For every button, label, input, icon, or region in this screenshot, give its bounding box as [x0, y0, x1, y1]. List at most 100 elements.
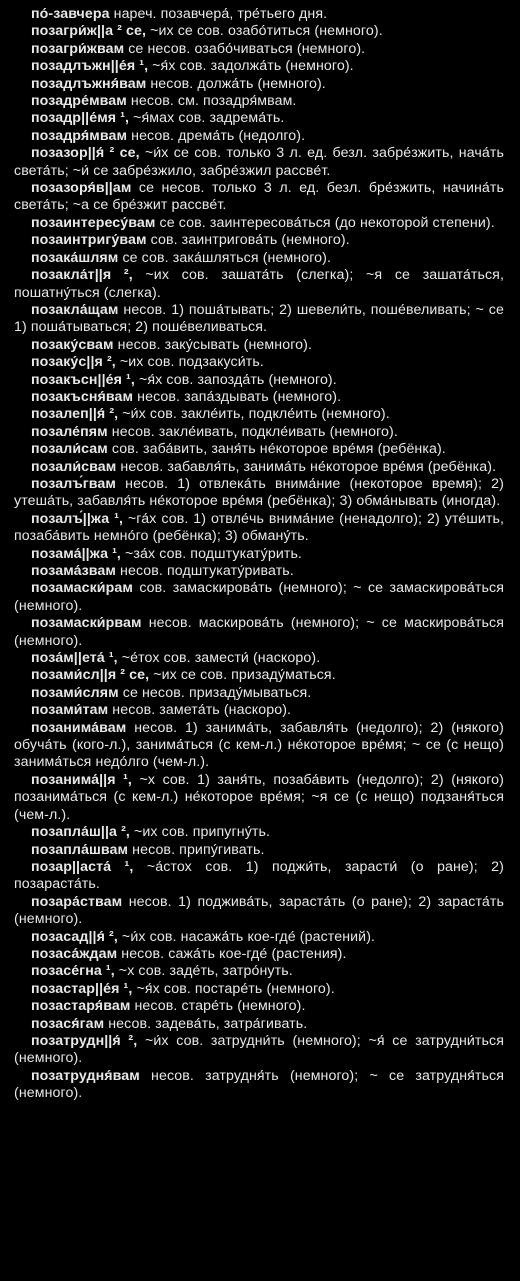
headword: позакъсн||е́я ¹,	[31, 371, 135, 388]
headword: поза́м||ета́ ¹,	[31, 650, 118, 667]
entry-34: позанима́вам несов. 1) занима́ть, забавл…	[14, 720, 504, 772]
dictionary-page: по́-завчера нареч. позавчера́, тре́тьего…	[0, 0, 520, 1281]
headword: позасад||я́ ²,	[31, 928, 118, 945]
headword: позагри́жвам	[31, 40, 125, 57]
definition: ~я́х сов. задолжа́ть (немного).	[148, 58, 354, 75]
headword: позасе́гна ¹,	[31, 963, 115, 980]
headword: позами́слям	[31, 684, 119, 701]
entry-6: позадре́мвам несов. см. позадря́мвам.	[14, 93, 504, 110]
entry-10: позазоря́в||ам се несов. только 3 л. ед.…	[14, 180, 504, 215]
headword: позанима́вам	[31, 719, 127, 736]
entry-19: позакъсня́вам несов. запа́здывать (немно…	[14, 389, 504, 406]
definition: несов. заку́сывать (немного).	[113, 336, 313, 353]
definition: ~их сов. подзакуси́ть.	[115, 354, 264, 371]
headword: позася́гам	[31, 1015, 105, 1032]
definition: ~их сов. припугну́ть.	[129, 824, 271, 841]
headword: позаинтригу́вам	[31, 232, 147, 249]
headword: позалеп||я́ ²,	[31, 406, 119, 423]
definition: несов. дрема́ть (недолго).	[127, 127, 306, 144]
headword: позапла́швам	[31, 841, 129, 858]
entry-23: позали́свам несов. забавля́ть, занима́ть…	[14, 459, 504, 476]
entry-30: поза́м||ета́ ¹, ~е́тох сов. замести́ (на…	[14, 650, 504, 667]
definition: несов. задева́ть, затра́гивать.	[104, 1015, 308, 1032]
headword: позале́пям	[31, 423, 108, 440]
headword: позатрудня́вам	[31, 1067, 140, 1084]
entry-3: позагри́жвам се несов. озабо́чиваться (н…	[14, 41, 504, 58]
entry-32: позами́слям се несов. призаду́мываться.	[14, 685, 504, 702]
headword: позагри́ж||а ² се,	[31, 23, 147, 40]
entry-22: позали́сам сов. заба́вить, заня́ть не́ко…	[14, 441, 504, 458]
entry-4: позадлъжн||е́я ¹, ~я́х сов. задолжа́ть (…	[14, 58, 504, 75]
headword: позанима́||я ¹,	[31, 771, 132, 788]
headword: позама́||жа ¹,	[31, 545, 121, 562]
entry-35: позанима́||я ¹, ~х сов. 1) заня́ть, поза…	[14, 772, 504, 824]
headword: позали́сам	[31, 441, 108, 458]
headword: позастар||е́я ¹,	[31, 980, 133, 997]
headword: позадлъжня́вам	[31, 75, 147, 92]
entry-7: позадр||е́мя ¹, ~я́мах сов. задрема́ть.	[14, 110, 504, 127]
entry-11: позаинтересу́вам се сов. заинтересова́ть…	[14, 215, 504, 232]
definition: сов. заба́вить, заня́ть не́которое вре́м…	[107, 441, 446, 458]
definition: ~за́х сов. подштукату́рить.	[120, 545, 302, 562]
headword: позадря́мвам	[31, 127, 128, 144]
entry-12: позаинтригу́вам сов. заинтригова́ть (нем…	[14, 232, 504, 249]
definition: несов. старе́ть (немного).	[130, 998, 306, 1015]
entry-20: позалеп||я́ ², ~и́х сов. закле́ить, подк…	[14, 406, 504, 423]
definition: несов. запа́здывать (немного).	[133, 388, 342, 405]
definition: нареч. позавчера́, тре́тьего дня.	[109, 6, 328, 22]
definition: несов. забавля́ть, занима́ть не́которое …	[116, 458, 497, 475]
entry-47: позатрудня́вам несов. затрудня́ть (немно…	[14, 1068, 504, 1103]
headword: позаку́свам	[31, 336, 114, 353]
headword: позадр||е́мя ¹,	[31, 110, 130, 127]
entry-39: позара́ствам несов. 1) поджива́ть, зарас…	[14, 894, 504, 929]
definition: ~х сов. заде́ть, затро́нуть.	[114, 963, 293, 980]
definition: несов. подштукату́ривать.	[115, 563, 294, 579]
definition: несов. припу́гивать.	[128, 841, 265, 858]
entry-8: позадря́мвам несов. дрема́ть (недолго).	[14, 128, 504, 145]
entry-44: позастаря́вам несов. старе́ть (немного).	[14, 998, 504, 1015]
headword: позатрудн||я́ ²,	[31, 1032, 138, 1049]
headword: позакла́щам	[31, 301, 119, 318]
definition: ~их се сов. призаду́маться.	[149, 667, 336, 684]
headword: позалъ́гвам	[31, 475, 116, 492]
headword: позадре́мвам	[31, 93, 127, 110]
entry-17: позаку́с||я ², ~их сов. подзакуси́ть.	[14, 354, 504, 371]
headword: позазор||я́ ² се,	[31, 145, 140, 162]
entry-31: позами́сл||я ² се, ~их се сов. призаду́м…	[14, 667, 504, 684]
headword: позамаски́рам	[31, 580, 133, 597]
headword: позама́звам	[31, 563, 116, 579]
entry-42: позасе́гна ¹, ~х сов. заде́ть, затро́нут…	[14, 963, 504, 980]
headword: позаинтересу́вам	[31, 214, 156, 231]
headword: позазоря́в||ам	[31, 180, 132, 197]
definition: несов. закле́ивать, подкле́ивать (немног…	[107, 423, 398, 440]
headword: позар||аста́ ¹,	[31, 858, 134, 875]
entry-1: по́-завчера нареч. позавчера́, тре́тьего…	[14, 6, 504, 23]
entry-38: позар||аста́ ¹, ~а́стох сов. 1) поджи́ть…	[14, 859, 504, 894]
definition: ~я́мах сов. задрема́ть.	[129, 110, 285, 127]
definition: сов. заинтригова́ть (немного).	[146, 232, 350, 249]
entry-2: позагри́ж||а ² се, ~их се сов. озабо́тит…	[14, 23, 504, 40]
entry-9: позазор||я́ ² се, ~и́х се сов. только 3 …	[14, 145, 504, 180]
definition: се несов. призаду́мываться.	[118, 684, 312, 701]
definition: несов. должа́ть (немного).	[146, 75, 326, 92]
headword: позали́свам	[31, 458, 117, 475]
definition: се сов. заинтересова́ться (до некоторой …	[155, 214, 495, 231]
headword: позами́там	[31, 702, 109, 719]
entry-18: позакъсн||е́я ¹, ~я́х сов. запозда́ть (н…	[14, 372, 504, 389]
headword: позаса́ждам	[31, 945, 118, 962]
headword: позамаски́рвам	[31, 615, 142, 632]
headword: позадлъжн||е́я ¹,	[31, 58, 149, 75]
entry-36: позапла́ш||а ², ~их сов. припугну́ть.	[14, 824, 504, 841]
definition: несов. замета́ть (наскоро).	[108, 702, 292, 719]
definition: ~и́х сов. насажа́ть кое-где́ (растений).	[117, 928, 376, 945]
definition: ~е́тох сов. замести́ (наскоро).	[117, 650, 321, 667]
definition: ~и́х сов. закле́ить, подкле́ить (немного…	[118, 406, 390, 423]
entry-45: позася́гам несов. задева́ть, затра́гиват…	[14, 1016, 504, 1033]
entry-46: позатрудн||я́ ², ~и́х сов. затрудни́ть (…	[14, 1033, 504, 1068]
entry-41: позаса́ждам несов. сажа́ть кое-где́ (рас…	[14, 946, 504, 963]
headword: позами́сл||я ² се,	[31, 667, 150, 684]
definition: ~я́х сов. запозда́ть (немного).	[134, 371, 337, 388]
entry-28: позамаски́рам сов. замаскирова́ть (немно…	[14, 580, 504, 615]
definition: несов. сажа́ть кое-где́ (растения).	[117, 945, 347, 962]
headword: позара́ствам	[31, 893, 123, 910]
